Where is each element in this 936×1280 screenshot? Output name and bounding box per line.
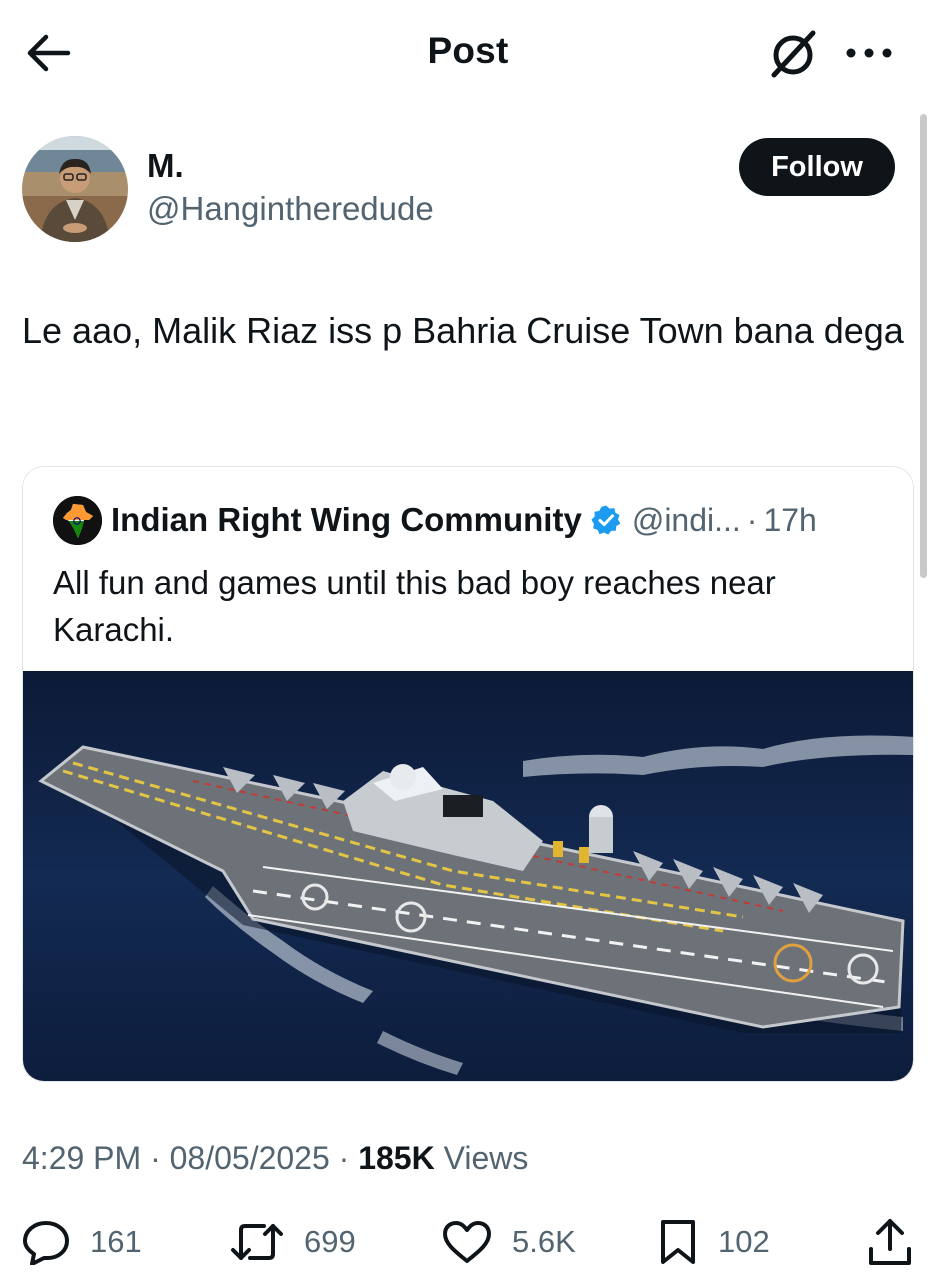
quote-header: Indian Right Wing Community @indi... · 1… [111, 501, 817, 539]
post-text: Le aao, Malik Riaz iss p Bahria Cruise T… [22, 310, 904, 351]
quoted-post-card[interactable]: Indian Right Wing Community @indi... · 1… [22, 466, 914, 1082]
bookmark-count: 102 [718, 1224, 770, 1259]
grok-button[interactable] [764, 26, 822, 82]
share-upload-icon [869, 1219, 911, 1265]
reply-count: 161 [90, 1224, 142, 1259]
quote-author-handle[interactable]: @indi... [632, 502, 741, 539]
views-label[interactable]: Views [444, 1140, 529, 1176]
quote-author-name[interactable]: Indian Right Wing Community [111, 501, 582, 539]
reply-button[interactable]: 161 [22, 1212, 142, 1272]
post-meta: 4:29 PM · 08/05/2025 · 185K Views [22, 1140, 528, 1177]
quote-separator: · [746, 501, 758, 538]
meta-separator: · [338, 1140, 350, 1176]
more-options-button[interactable] [840, 30, 898, 76]
reply-bubble-icon [23, 1221, 69, 1265]
quote-avatar[interactable] [53, 496, 102, 545]
scrollbar[interactable] [920, 114, 927, 578]
action-bar: 161 699 5.6K 102 [0, 1212, 936, 1272]
like-count: 5.6K [512, 1224, 576, 1259]
repost-button[interactable]: 699 [230, 1212, 356, 1272]
follow-button[interactable]: Follow [739, 138, 895, 196]
bookmark-icon [661, 1220, 695, 1264]
like-button[interactable]: 5.6K [442, 1212, 576, 1272]
india-map-logo-icon [53, 496, 102, 545]
more-dots-icon [846, 48, 892, 58]
quote-text: All fun and games until this bad boy rea… [53, 564, 776, 648]
author-name[interactable]: M. [147, 147, 184, 185]
repost-count: 699 [304, 1224, 356, 1259]
top-bar: Post [0, 0, 936, 108]
heart-icon [443, 1221, 491, 1263]
avatar-photo [22, 136, 128, 242]
author-handle[interactable]: @Hangintheredude [147, 190, 434, 228]
views-count[interactable]: 185K [358, 1140, 435, 1176]
share-button[interactable] [866, 1212, 914, 1272]
quote-timestamp[interactable]: 17h [763, 502, 816, 539]
aircraft-carrier-photo[interactable] [23, 671, 914, 1082]
post-date: 08/05/2025 [169, 1140, 330, 1176]
repost-arrows-icon [231, 1224, 283, 1260]
verified-badge-icon [591, 505, 621, 535]
avatar[interactable] [22, 136, 128, 242]
post-time: 4:29 PM [22, 1140, 142, 1176]
grok-slash-icon [771, 30, 816, 78]
meta-separator: · [150, 1140, 161, 1176]
bookmark-button[interactable]: 102 [658, 1212, 770, 1272]
